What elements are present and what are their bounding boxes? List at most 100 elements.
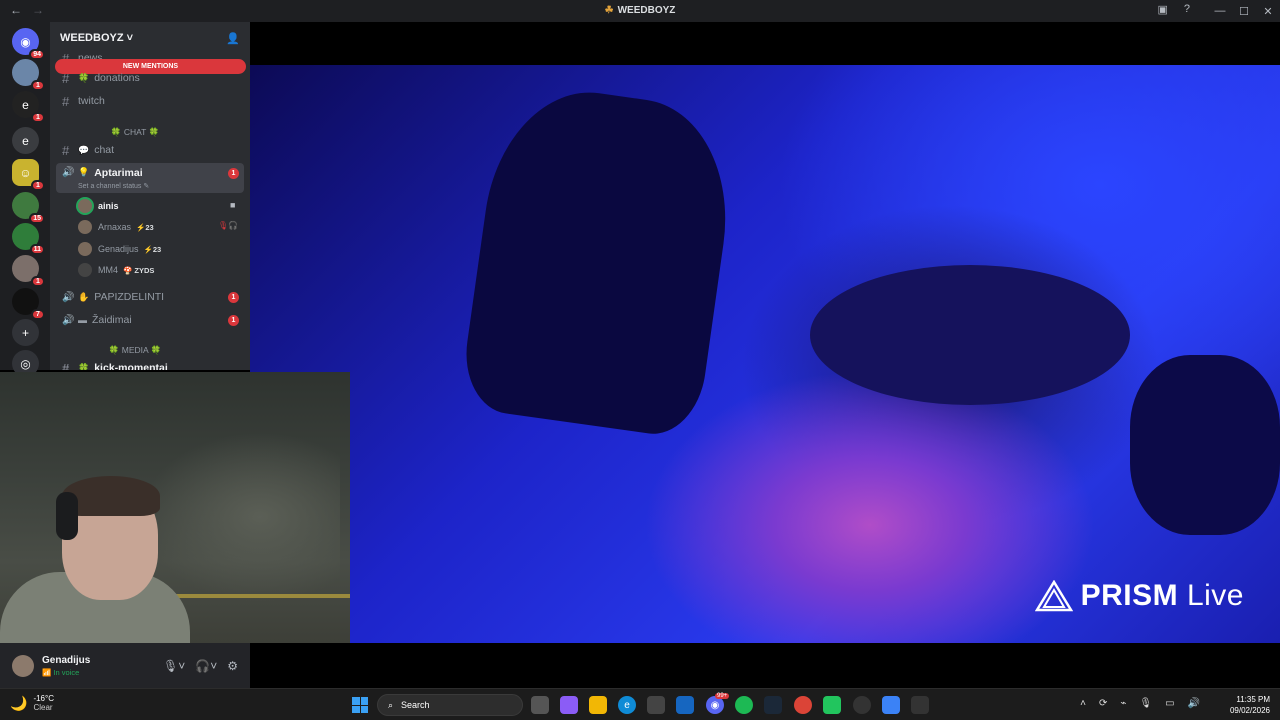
app-icon-misc[interactable] [911, 696, 929, 714]
user-panel: Genadijus 📶 In voice 🎙˅ 🎧˅ ⚙ [0, 643, 250, 688]
headset [56, 492, 78, 540]
category-media[interactable]: 🍀 MEDIA 🍀 [60, 345, 210, 356]
start-button[interactable] [352, 697, 368, 713]
hash-icon: # [62, 142, 70, 158]
channel-donations[interactable]: # 🍀 donations [56, 68, 244, 88]
stream-video[interactable]: PRISM Live [250, 65, 1280, 643]
hash-icon: # [62, 93, 70, 109]
muted-deafened-icon: 🎙🎧 [218, 221, 239, 230]
windows-taskbar: 🌙 -16°C Clear ⌕ Search e ◉ 99+ ˄ ⟳ ⌁ 🎙 ▭… [0, 688, 1280, 720]
clover-icon: 🍀 [78, 362, 90, 371]
title-bar: ← → ☘ WEEDBOYZ ▣ ? — ☐ ✕ [0, 0, 1280, 22]
avatar [78, 242, 92, 256]
clover-icon: 🍀 [78, 72, 90, 83]
copilot-icon[interactable] [560, 696, 578, 714]
mail-icon[interactable] [676, 696, 694, 714]
flag-icon: ▬ [78, 315, 87, 325]
spotify-icon[interactable] [735, 696, 753, 714]
prism-logo-icon [1034, 580, 1073, 612]
chevron-up-icon[interactable]: ˄ [1080, 698, 1086, 709]
voice-status: 📶 In voice [42, 667, 80, 677]
close-button[interactable]: ✕ [1256, 5, 1280, 18]
voice-user-ainis[interactable]: ainis [78, 197, 119, 215]
speaker-icon: 🔊 [62, 314, 75, 326]
system-tray: ˄ ⟳ ⌁ 🎙 ▭ 🔊 [1080, 698, 1200, 709]
channel-chat[interactable]: # 💬 chat [56, 140, 244, 160]
volume-icon[interactable]: 🔊 [1188, 698, 1200, 709]
microphone-icon[interactable]: 🎙˅ [163, 659, 185, 673]
server-list: ◉ 94 1 e 1 e ☺ 1 15 11 1 7 + ◎ [0, 22, 50, 377]
prism-live-watermark: PRISM Live [1034, 579, 1244, 613]
voice-channel-papizdelinti[interactable]: 🔊 ✋ PAPIZDELINTI 1 [56, 287, 244, 307]
discord-home-icon[interactable]: ◉ 94 [12, 28, 45, 60]
speaker-icon: 🔊 [62, 167, 75, 178]
unread-badge: 1 [228, 168, 239, 179]
user-avatar[interactable] [12, 654, 34, 677]
steam-icon[interactable] [764, 696, 782, 714]
hash-icon: # [62, 360, 70, 371]
moon-icon: 🌙 [10, 694, 28, 711]
speech-bubble-icon: 💬 [78, 144, 90, 155]
channel-twitch[interactable]: # twitch [56, 91, 244, 111]
discord-badge: 99+ [715, 693, 730, 699]
mic-tray-icon[interactable]: 🎙 [1139, 698, 1152, 709]
server-icon-7[interactable]: 1 [12, 255, 45, 287]
avatar [78, 220, 92, 234]
voice-user-arnaxas[interactable]: Arnaxas ⚡23 [78, 218, 154, 236]
channel-status[interactable]: Set a channel status ✎ [78, 182, 149, 190]
app-icon-green[interactable] [823, 696, 841, 714]
stream-shadow-right [1130, 355, 1280, 535]
app-icon-blue[interactable] [882, 696, 900, 714]
voice-channel-zaidimai[interactable]: 🔊 ▬ Žaidimai 1 [56, 310, 244, 330]
add-member-icon[interactable]: 👤 [226, 32, 240, 45]
headphones-icon[interactable]: 🎧˅ [195, 659, 217, 673]
chrome-icon[interactable] [794, 696, 812, 714]
help-icon[interactable]: ? [1184, 3, 1190, 16]
server-name: WEEDBOYZ ˅ [60, 32, 134, 44]
avatar [78, 199, 92, 213]
server-icon-8[interactable]: 7 [12, 288, 45, 320]
add-server-icon[interactable]: + [12, 319, 39, 346]
edge-icon[interactable]: e [618, 696, 636, 714]
channel-sidebar: WEEDBOYZ ˅ 👤 # news NEW MENTIONS # 🍀 don… [50, 22, 250, 370]
store-icon[interactable] [647, 696, 665, 714]
server-icon-5[interactable]: 15 [12, 192, 45, 224]
railing [175, 594, 350, 598]
task-view-icon[interactable] [531, 696, 549, 714]
clock[interactable]: 11:35 PM 09/02/2026 [1230, 694, 1270, 716]
hand-icon: ✋ [78, 291, 90, 302]
lightbulb-icon: 💡 [78, 167, 90, 177]
server-icon-6[interactable]: 11 [12, 223, 45, 255]
speaker-icon: 🔊 [62, 291, 75, 303]
display-icon[interactable]: ▭ [1165, 698, 1174, 709]
stream-view[interactable]: PRISM Live [250, 22, 1280, 643]
server-icon-2[interactable]: e 1 [12, 91, 45, 123]
server-icon-1[interactable]: 1 [12, 59, 45, 91]
weather-widget[interactable]: 🌙 -16°C Clear [10, 694, 54, 712]
sync-icon[interactable]: ⟳ [1099, 698, 1107, 709]
camera-icon: ■ [230, 200, 236, 210]
obs-icon[interactable] [853, 696, 871, 714]
file-explorer-icon[interactable] [589, 696, 607, 714]
channel-kick-momentai[interactable]: # 🍀 kick-momentai [56, 358, 244, 371]
voice-user-mm4[interactable]: MM4 🍄 ZYDS [78, 261, 154, 279]
server-logo-icon: ☘ [604, 5, 614, 16]
taskbar-search[interactable]: ⌕ Search [377, 694, 523, 716]
maximize-button[interactable]: ☐ [1232, 5, 1256, 18]
stream-hair [810, 265, 1130, 405]
voice-user-genadijus[interactable]: Genadijus ⚡23 [78, 240, 161, 258]
voice-channel-aptarimai[interactable]: 🔊 💡 Aptarimai Set a channel status ✎ 1 [56, 163, 244, 193]
server-icon-3[interactable]: e [12, 127, 39, 154]
user-name: Genadijus [42, 654, 91, 666]
avatar [78, 263, 92, 277]
hash-icon: # [62, 70, 70, 86]
network-icon[interactable]: ⌁ [1120, 698, 1126, 709]
search-icon: ⌕ [388, 699, 394, 710]
screen-share-icon[interactable]: ▣ [1157, 3, 1167, 16]
window-title: ☘ WEEDBOYZ [604, 5, 676, 16]
webcam-overlay [0, 372, 350, 643]
server-icon-weedboyz[interactable]: ☺ 1 [12, 159, 45, 191]
minimize-button[interactable]: — [1208, 5, 1232, 17]
category-chat[interactable]: 🍀 CHAT 🍀 [60, 127, 210, 138]
settings-gear-icon[interactable]: ⚙ [227, 659, 238, 673]
